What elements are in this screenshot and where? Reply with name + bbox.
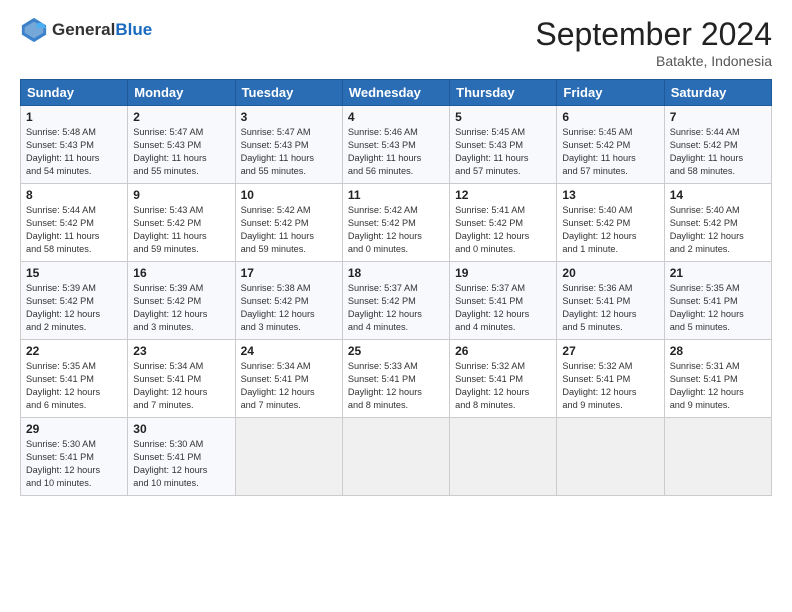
day-26: 26Sunrise: 5:32 AMSunset: 5:41 PMDayligh… xyxy=(450,340,557,418)
day-8: 8Sunrise: 5:44 AMSunset: 5:42 PMDaylight… xyxy=(21,184,128,262)
day-24: 24Sunrise: 5:34 AMSunset: 5:41 PMDayligh… xyxy=(235,340,342,418)
week-row-2: 8Sunrise: 5:44 AMSunset: 5:42 PMDaylight… xyxy=(21,184,772,262)
day-9: 9Sunrise: 5:43 AMSunset: 5:42 PMDaylight… xyxy=(128,184,235,262)
week-row-3: 15Sunrise: 5:39 AMSunset: 5:42 PMDayligh… xyxy=(21,262,772,340)
day-14: 14Sunrise: 5:40 AMSunset: 5:42 PMDayligh… xyxy=(664,184,771,262)
day-20: 20Sunrise: 5:36 AMSunset: 5:41 PMDayligh… xyxy=(557,262,664,340)
day-22: 22Sunrise: 5:35 AMSunset: 5:41 PMDayligh… xyxy=(21,340,128,418)
day-21: 21Sunrise: 5:35 AMSunset: 5:41 PMDayligh… xyxy=(664,262,771,340)
location-subtitle: Batakte, Indonesia xyxy=(535,53,772,69)
day-23: 23Sunrise: 5:34 AMSunset: 5:41 PMDayligh… xyxy=(128,340,235,418)
day-13: 13Sunrise: 5:40 AMSunset: 5:42 PMDayligh… xyxy=(557,184,664,262)
week-row-1: 1Sunrise: 5:48 AMSunset: 5:43 PMDaylight… xyxy=(21,106,772,184)
header: GeneralBlue September 2024 Batakte, Indo… xyxy=(20,16,772,69)
empty-cell-3-2 xyxy=(235,418,342,496)
day-2: 2Sunrise: 5:47 AMSunset: 5:43 PMDaylight… xyxy=(128,106,235,184)
day-5: 5Sunrise: 5:45 AMSunset: 5:43 PMDaylight… xyxy=(450,106,557,184)
logo-blue: Blue xyxy=(115,20,152,39)
empty-cell-3-5 xyxy=(557,418,664,496)
calendar-page: GeneralBlue September 2024 Batakte, Indo… xyxy=(0,0,792,612)
day-12: 12Sunrise: 5:41 AMSunset: 5:42 PMDayligh… xyxy=(450,184,557,262)
day-30: 30Sunrise: 5:30 AMSunset: 5:41 PMDayligh… xyxy=(128,418,235,496)
day-4: 4Sunrise: 5:46 AMSunset: 5:43 PMDaylight… xyxy=(342,106,449,184)
logo-icon xyxy=(20,16,48,44)
empty-cell-3-3 xyxy=(342,418,449,496)
day-25: 25Sunrise: 5:33 AMSunset: 5:41 PMDayligh… xyxy=(342,340,449,418)
col-thursday: Thursday xyxy=(450,80,557,106)
calendar-body: 1Sunrise: 5:48 AMSunset: 5:43 PMDaylight… xyxy=(21,106,772,496)
logo: GeneralBlue xyxy=(20,16,152,44)
logo-text: GeneralBlue xyxy=(52,21,152,40)
day-19: 19Sunrise: 5:37 AMSunset: 5:41 PMDayligh… xyxy=(450,262,557,340)
week-row-4: 22Sunrise: 5:35 AMSunset: 5:41 PMDayligh… xyxy=(21,340,772,418)
title-section: September 2024 Batakte, Indonesia xyxy=(535,16,772,69)
day-11: 11Sunrise: 5:42 AMSunset: 5:42 PMDayligh… xyxy=(342,184,449,262)
day-28: 28Sunrise: 5:31 AMSunset: 5:41 PMDayligh… xyxy=(664,340,771,418)
header-row: Sunday Monday Tuesday Wednesday Thursday… xyxy=(21,80,772,106)
day-10: 10Sunrise: 5:42 AMSunset: 5:42 PMDayligh… xyxy=(235,184,342,262)
month-title: September 2024 xyxy=(535,16,772,53)
col-tuesday: Tuesday xyxy=(235,80,342,106)
calendar-table: Sunday Monday Tuesday Wednesday Thursday… xyxy=(20,79,772,496)
day-15: 15Sunrise: 5:39 AMSunset: 5:42 PMDayligh… xyxy=(21,262,128,340)
col-monday: Monday xyxy=(128,80,235,106)
empty-cell-3-6 xyxy=(664,418,771,496)
day-17: 17Sunrise: 5:38 AMSunset: 5:42 PMDayligh… xyxy=(235,262,342,340)
col-wednesday: Wednesday xyxy=(342,80,449,106)
day-18: 18Sunrise: 5:37 AMSunset: 5:42 PMDayligh… xyxy=(342,262,449,340)
day-1: 1Sunrise: 5:48 AMSunset: 5:43 PMDaylight… xyxy=(21,106,128,184)
day-29: 29Sunrise: 5:30 AMSunset: 5:41 PMDayligh… xyxy=(21,418,128,496)
day-27: 27Sunrise: 5:32 AMSunset: 5:41 PMDayligh… xyxy=(557,340,664,418)
calendar-header: Sunday Monday Tuesday Wednesday Thursday… xyxy=(21,80,772,106)
day-16: 16Sunrise: 5:39 AMSunset: 5:42 PMDayligh… xyxy=(128,262,235,340)
day-7: 7Sunrise: 5:44 AMSunset: 5:42 PMDaylight… xyxy=(664,106,771,184)
week-row-5: 29Sunrise: 5:30 AMSunset: 5:41 PMDayligh… xyxy=(21,418,772,496)
col-saturday: Saturday xyxy=(664,80,771,106)
col-sunday: Sunday xyxy=(21,80,128,106)
day-3: 3Sunrise: 5:47 AMSunset: 5:43 PMDaylight… xyxy=(235,106,342,184)
logo-general: General xyxy=(52,20,115,39)
col-friday: Friday xyxy=(557,80,664,106)
day-6: 6Sunrise: 5:45 AMSunset: 5:42 PMDaylight… xyxy=(557,106,664,184)
empty-cell-3-4 xyxy=(450,418,557,496)
